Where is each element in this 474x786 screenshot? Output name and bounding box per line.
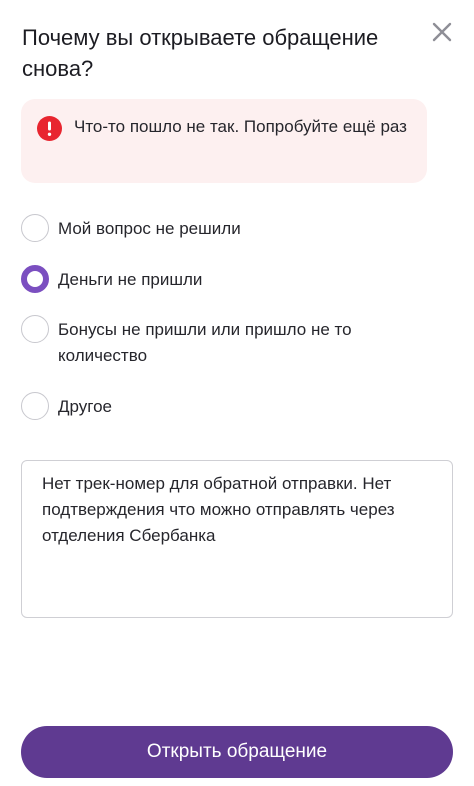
reason-option-label: Другое: [58, 397, 113, 416]
error-banner: Что-то пошло не так. Попробуйте ещё раз: [21, 99, 427, 183]
radio-button[interactable]: [21, 214, 49, 242]
reason-option-bonuses[interactable]: Бонусы не пришли или пришло не то количе…: [21, 315, 441, 369]
reason-option-other[interactable]: Другое: [21, 392, 441, 420]
reopen-request-sheet: Почему вы открываете обращение снова? Чт…: [0, 0, 474, 786]
error-message: Что-то пошло не так. Попробуйте ещё раз: [74, 117, 407, 136]
page-title: Почему вы открываете обращение снова?: [22, 25, 379, 81]
reason-option-label: Деньги не пришли: [58, 270, 203, 289]
reason-option-label: Мой вопрос не решили: [58, 219, 241, 238]
reason-option-not-solved[interactable]: Мой вопрос не решили: [21, 214, 441, 242]
radio-button[interactable]: [21, 315, 49, 343]
close-icon: [430, 20, 454, 44]
reason-option-money-not-received[interactable]: Деньги не пришли: [21, 265, 441, 293]
error-icon: [37, 116, 62, 141]
close-button[interactable]: [430, 20, 454, 44]
radio-button[interactable]: [21, 392, 49, 420]
radio-button-selected[interactable]: [21, 265, 49, 293]
comment-textarea[interactable]: Нет трек-номер для обратной отправки. Не…: [21, 460, 453, 618]
open-request-button[interactable]: Открыть обращение: [21, 726, 453, 778]
reason-option-label: Бонусы не пришли или пришло не то количе…: [58, 320, 352, 365]
